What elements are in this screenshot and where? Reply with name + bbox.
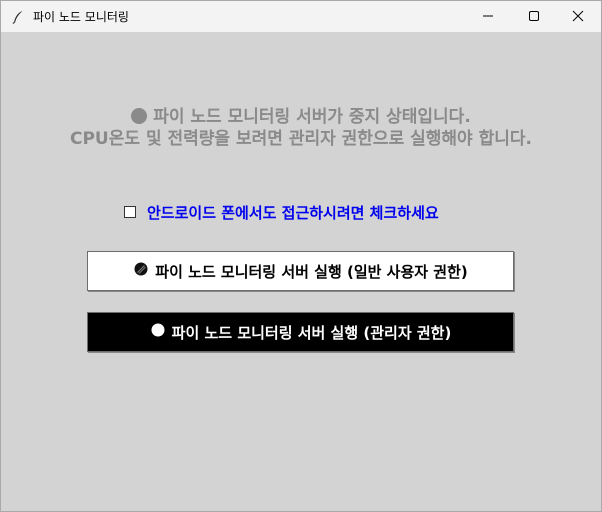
minimize-button[interactable]: [465, 1, 511, 32]
android-access-option[interactable]: 안드로이드 폰에서도 접근하시려면 체크하세요: [124, 202, 439, 222]
close-icon: [572, 7, 584, 26]
maximize-button[interactable]: [511, 1, 557, 32]
feather-icon: [11, 9, 25, 24]
maximize-icon: [528, 7, 540, 26]
window-title: 파이 노드 모니터링: [33, 10, 129, 24]
android-access-checkbox[interactable]: [124, 206, 136, 218]
status-indicator-icon: [131, 108, 148, 124]
minimize-icon: [482, 7, 494, 26]
android-access-label[interactable]: 안드로이드 폰에서도 접근하시려면 체크하세요: [147, 202, 439, 223]
server-status-message: 파이 노드 모니터링 서버가 중지 상태입니다. CPU온도 및 전력량을 보려…: [1, 106, 601, 150]
close-button[interactable]: [555, 1, 601, 32]
run-server-admin-button[interactable]: 파이 노드 모니터링 서버 실행 (관리자 권한): [87, 312, 514, 352]
app-window: 파이 노드 모니터링 파이 노드 모니터링 서버가 중지 상태입니다. CPU온…: [0, 0, 602, 512]
run-server-user-button[interactable]: 파이 노드 모니터링 서버 실행 (일반 사용자 권한): [87, 251, 514, 291]
status-text-1: 파이 노드 모니터링 서버가 중지 상태입니다.: [153, 107, 471, 127]
main-content: 파이 노드 모니터링 서버가 중지 상태입니다. CPU온도 및 전력량을 보려…: [1, 32, 601, 511]
title-bar[interactable]: 파이 노드 모니터링: [1, 1, 601, 32]
run-server-admin-label: 파이 노드 모니터링 서버 실행 (관리자 권한): [171, 323, 452, 342]
run-server-user-label: 파이 노드 모니터링 서버 실행 (일반 사용자 권한): [155, 262, 468, 281]
status-text-2: CPU온도 및 전력량을 보려면 관리자 권한으로 실행해야 합니다.: [70, 129, 532, 149]
status-line-1: 파이 노드 모니터링 서버가 중지 상태입니다.: [1, 106, 601, 128]
admin-dot-icon: [150, 322, 166, 342]
user-icon: [133, 261, 149, 281]
